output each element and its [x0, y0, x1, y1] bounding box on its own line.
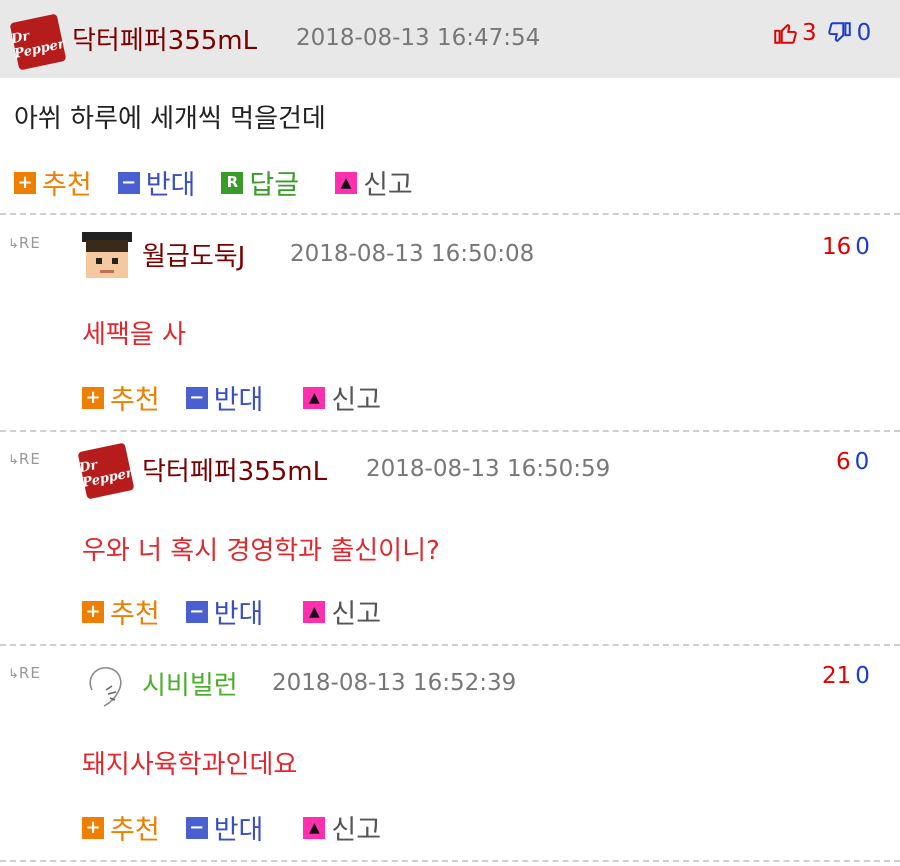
reply-arrow-icon: ↳RE — [8, 234, 41, 252]
comment-actions: + 추천 − 반대 ▲ 신고 — [82, 592, 407, 631]
vote-counts: 3 0 — [772, 20, 871, 46]
oppose-label: 반대 — [145, 170, 196, 201]
report-button[interactable]: ▲ 신고 — [335, 163, 413, 202]
up-count: 16 — [822, 234, 852, 260]
comment-text: 우와 너 혹시 경영학과 출신이니? — [82, 536, 440, 566]
plus-icon: + — [82, 386, 104, 409]
report-label: 신고 — [331, 385, 382, 416]
recommend-button[interactable]: + 추천 — [82, 808, 160, 847]
avatar — [82, 232, 132, 282]
drpepper-avatar: Dr Pepper — [77, 442, 135, 500]
recommend-label: 추천 — [110, 385, 160, 416]
down-count: 0 — [855, 234, 870, 260]
comment-actions: + 추천 − 반대 R 답글 ▲ 신고 — [14, 163, 439, 202]
oppose-button[interactable]: − 반대 — [185, 808, 264, 847]
up-count: 21 — [822, 663, 852, 689]
top-comment: Dr Pepper 닥터페퍼355mL 2018-08-13 16:47:54 … — [0, 0, 900, 78]
comment-date: 2018-08-13 16:50:08 — [290, 241, 535, 267]
thumbs-up-icon[interactable] — [772, 20, 798, 46]
oppose-button[interactable]: − 반대 — [185, 378, 264, 417]
oppose-label: 반대 — [213, 385, 264, 416]
author-nickname[interactable]: 닥터페퍼355mL — [72, 20, 257, 57]
reply-label: 답글 — [249, 170, 300, 201]
comment-text: 돼지사육학과인데요 — [82, 750, 298, 780]
vote-counts: 21 0 — [822, 663, 870, 689]
drpepper-avatar: Dr Pepper — [9, 13, 67, 71]
comment-actions: + 추천 − 반대 ▲ 신고 — [82, 808, 407, 847]
recommend-button[interactable]: + 추천 — [82, 378, 160, 417]
minus-icon: − — [185, 816, 208, 839]
reply-button[interactable]: R 답글 — [221, 163, 299, 202]
comment-text: 아쒸 하루에 세개씩 먹을건데 — [14, 104, 326, 134]
comment-date: 2018-08-13 16:52:39 — [272, 670, 517, 696]
reply-arrow-icon: ↳RE — [8, 450, 41, 468]
report-button[interactable]: ▲ 신고 — [303, 378, 381, 417]
vote-counts: 16 0 — [822, 234, 870, 260]
down-count: 0 — [856, 20, 872, 46]
plus-icon: + — [82, 816, 104, 839]
divider — [0, 430, 900, 432]
divider — [0, 860, 900, 862]
author-nickname[interactable]: 시비빌런 — [142, 665, 238, 702]
recommend-label: 추천 — [110, 599, 160, 630]
plus-icon: + — [14, 171, 36, 194]
divider — [0, 644, 900, 646]
recommend-label: 추천 — [42, 170, 92, 201]
oppose-label: 반대 — [213, 599, 264, 630]
report-label: 신고 — [331, 815, 382, 846]
down-count: 0 — [854, 449, 870, 475]
oppose-button[interactable]: − 반대 — [117, 163, 196, 202]
oppose-button[interactable]: − 반대 — [185, 592, 264, 631]
report-label: 신고 — [363, 170, 413, 201]
report-button[interactable]: ▲ 신고 — [303, 808, 381, 847]
author-nickname[interactable]: 닥터페퍼355mL — [142, 451, 327, 488]
thumbs-down-icon[interactable] — [827, 20, 853, 46]
down-count: 0 — [855, 663, 870, 689]
report-label: 신고 — [331, 599, 382, 630]
siren-icon: ▲ — [335, 171, 358, 194]
minus-icon: − — [117, 171, 140, 194]
comment-date: 2018-08-13 16:47:54 — [296, 25, 541, 51]
comment-date: 2018-08-13 16:50:59 — [366, 456, 611, 482]
up-count: 6 — [836, 449, 851, 475]
report-button[interactable]: ▲ 신고 — [303, 592, 381, 631]
up-count: 3 — [802, 20, 817, 46]
oppose-label: 반대 — [213, 815, 264, 846]
reply-arrow-icon: ↳RE — [8, 664, 41, 682]
comment-actions: + 추천 − 반대 ▲ 신고 — [82, 378, 407, 417]
siren-icon: ▲ — [303, 816, 326, 839]
comment-header: Dr Pepper 닥터페퍼355mL 2018-08-13 16:47:54 … — [0, 0, 900, 78]
siren-icon: ▲ — [303, 600, 326, 623]
reply-icon: R — [221, 171, 244, 194]
plus-icon: + — [82, 600, 104, 623]
comment-text: 세팩을 사 — [82, 320, 186, 350]
minus-icon: − — [185, 386, 208, 409]
siren-icon: ▲ — [303, 386, 326, 409]
avatar — [82, 660, 132, 710]
recommend-button[interactable]: + 추천 — [82, 592, 160, 631]
vote-counts: 6 0 — [836, 449, 869, 475]
recommend-label: 추천 — [110, 815, 160, 846]
minus-icon: − — [185, 600, 208, 623]
divider — [0, 213, 900, 215]
recommend-button[interactable]: + 추천 — [14, 163, 92, 202]
author-nickname[interactable]: 월급도둑J — [142, 236, 245, 273]
